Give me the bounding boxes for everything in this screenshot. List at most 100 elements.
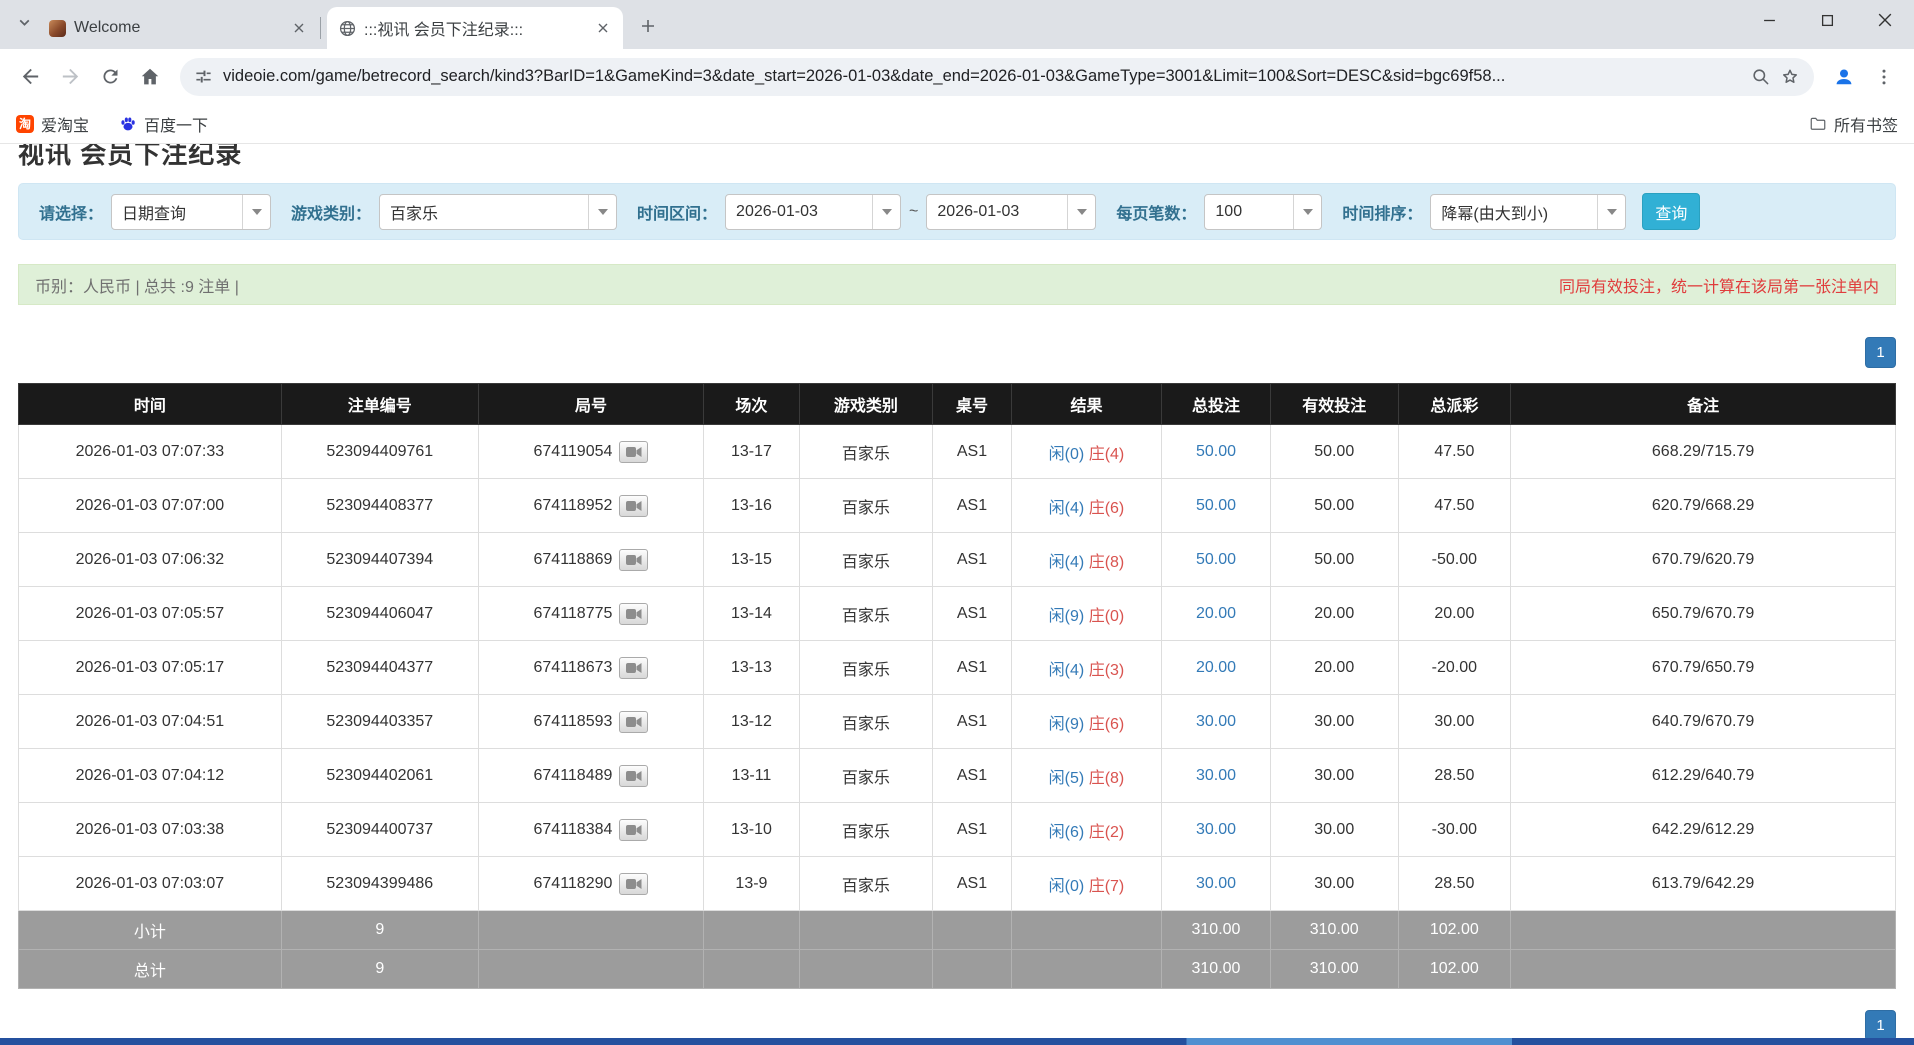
- replay-video-button[interactable]: [619, 819, 648, 841]
- cell-total-bet: 50.00: [1162, 533, 1271, 587]
- total-payout: 102.00: [1398, 950, 1511, 989]
- table-row: 2026-01-03 07:06:32 523094407394 6741188…: [19, 533, 1896, 587]
- col-header-payout: 总派彩: [1398, 384, 1511, 425]
- date-range-label: 时间区间：: [637, 200, 717, 224]
- tab-search-button[interactable]: [12, 13, 36, 37]
- total-bet-link[interactable]: 30.00: [1196, 767, 1236, 784]
- cell-session: 13-15: [704, 533, 800, 587]
- refresh-icon: [100, 66, 121, 87]
- bookmark-taobao[interactable]: 淘 爱淘宝: [16, 112, 89, 136]
- bookmark-star-icon[interactable]: [1780, 67, 1800, 87]
- tab-close-icon[interactable]: [289, 18, 309, 38]
- replay-video-button[interactable]: [619, 495, 648, 517]
- cell-table-no: AS1: [933, 533, 1012, 587]
- url-text[interactable]: videoie.com/game/betrecord_search/kind3?…: [223, 67, 1741, 86]
- result-banker: 庄(0): [1089, 608, 1125, 625]
- cell-table-no: AS1: [933, 587, 1012, 641]
- new-tab-button[interactable]: [633, 13, 663, 43]
- result-banker: 庄(3): [1089, 662, 1125, 679]
- tab-bet-records[interactable]: :::视讯 会员下注纪录:::: [327, 7, 623, 49]
- minimize-button[interactable]: [1740, 0, 1798, 40]
- cell-time: 2026-01-03 07:05:57: [19, 587, 282, 641]
- result-banker: 庄(2): [1089, 824, 1125, 841]
- cell-table-no: AS1: [933, 749, 1012, 803]
- replay-video-button[interactable]: [619, 711, 648, 733]
- maximize-button[interactable]: [1798, 0, 1856, 40]
- search-button[interactable]: 查询: [1642, 193, 1700, 230]
- cell-game: 百家乐: [799, 695, 932, 749]
- total-bet-link[interactable]: 20.00: [1196, 659, 1236, 676]
- video-camera-icon: [626, 878, 642, 890]
- bookmarks-bar: 淘 爱淘宝 百度一下 所有书签: [0, 104, 1914, 144]
- total-bet-link[interactable]: 50.00: [1196, 497, 1236, 514]
- address-bar[interactable]: videoie.com/game/betrecord_search/kind3?…: [180, 58, 1814, 96]
- chevron-down-icon[interactable]: [1597, 195, 1625, 229]
- date-end-select[interactable]: 2026-01-03: [926, 194, 1096, 230]
- cell-bet-id: 523094409761: [281, 425, 478, 479]
- round-id: 674118593: [534, 713, 613, 730]
- sort-select[interactable]: 降幂(由大到小): [1430, 194, 1626, 230]
- col-header-total-bet: 总投注: [1162, 384, 1271, 425]
- col-header-note: 备注: [1511, 384, 1896, 425]
- zoom-icon[interactable]: [1751, 67, 1770, 86]
- total-bet-link[interactable]: 20.00: [1196, 605, 1236, 622]
- col-header-result: 结果: [1011, 384, 1161, 425]
- taskbar-strip: [0, 1038, 1914, 1045]
- refresh-button[interactable]: [90, 57, 130, 97]
- select-label: 请选择：: [39, 200, 103, 224]
- cell-bet-id: 523094408377: [281, 479, 478, 533]
- game-type-select[interactable]: 百家乐: [379, 194, 617, 230]
- bookmark-baidu[interactable]: 百度一下: [119, 112, 208, 136]
- total-bet-link[interactable]: 30.00: [1196, 713, 1236, 730]
- date-start-select[interactable]: 2026-01-03: [725, 194, 901, 230]
- cell-payout: -30.00: [1398, 803, 1511, 857]
- site-info-icon[interactable]: [194, 67, 213, 86]
- replay-video-button[interactable]: [619, 549, 648, 571]
- total-bet-link[interactable]: 30.00: [1196, 821, 1236, 838]
- profile-button[interactable]: [1824, 57, 1864, 97]
- forward-button[interactable]: [50, 57, 90, 97]
- cell-game: 百家乐: [799, 803, 932, 857]
- tab-close-icon[interactable]: [593, 18, 613, 38]
- result-player: 闲(9): [1049, 716, 1085, 733]
- col-header-round: 局号: [478, 384, 703, 425]
- cell-total-bet: 30.00: [1162, 749, 1271, 803]
- close-button[interactable]: [1856, 0, 1914, 40]
- all-bookmarks-label: 所有书签: [1834, 112, 1898, 136]
- all-bookmarks-button[interactable]: 所有书签: [1809, 112, 1898, 136]
- page-1-button[interactable]: 1: [1865, 1010, 1896, 1041]
- cell-session: 13-10: [704, 803, 800, 857]
- result-player: 闲(4): [1049, 500, 1085, 517]
- home-button[interactable]: [130, 57, 170, 97]
- cell-total-bet: 20.00: [1162, 641, 1271, 695]
- cell-note: 650.79/670.79: [1511, 587, 1896, 641]
- game-type-label: 游戏类别：: [291, 200, 371, 224]
- chevron-down-icon[interactable]: [242, 195, 270, 229]
- cell-session: 13-12: [704, 695, 800, 749]
- replay-video-button[interactable]: [619, 603, 648, 625]
- total-bet-link[interactable]: 30.00: [1196, 875, 1236, 892]
- back-button[interactable]: [10, 57, 50, 97]
- replay-video-button[interactable]: [619, 657, 648, 679]
- chevron-down-icon[interactable]: [872, 195, 900, 229]
- chevron-down-icon[interactable]: [1067, 195, 1095, 229]
- total-bet-link[interactable]: 50.00: [1196, 443, 1236, 460]
- table-row: 2026-01-03 07:04:12 523094402061 6741184…: [19, 749, 1896, 803]
- chevron-down-icon[interactable]: [1293, 195, 1321, 229]
- total-bet-link[interactable]: 50.00: [1196, 551, 1236, 568]
- page-1-button[interactable]: 1: [1865, 337, 1896, 368]
- cell-result: 闲(9) 庄(6): [1011, 695, 1161, 749]
- cell-bet-id: 523094404377: [281, 641, 478, 695]
- cell-time: 2026-01-03 07:04:51: [19, 695, 282, 749]
- col-header-valid-bet: 有效投注: [1270, 384, 1398, 425]
- replay-video-button[interactable]: [619, 441, 648, 463]
- replay-video-button[interactable]: [619, 765, 648, 787]
- note-warning: 同局有效投注，统一计算在该局第一张注单内: [1559, 273, 1879, 297]
- tab-welcome[interactable]: Welcome: [37, 7, 319, 49]
- menu-button[interactable]: [1864, 57, 1904, 97]
- per-page-select[interactable]: 100: [1204, 194, 1322, 230]
- col-header-table: 桌号: [933, 384, 1012, 425]
- replay-video-button[interactable]: [619, 873, 648, 895]
- search-type-select[interactable]: 日期查询: [111, 194, 271, 230]
- chevron-down-icon[interactable]: [588, 195, 616, 229]
